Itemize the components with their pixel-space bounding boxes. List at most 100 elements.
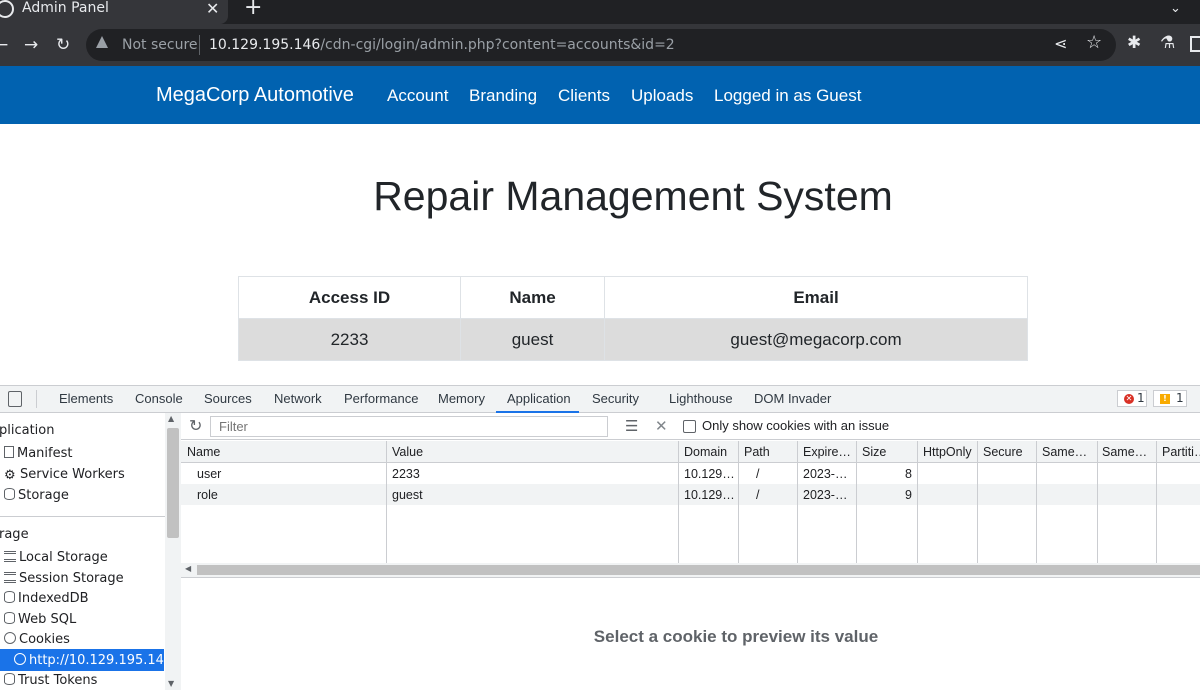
column-divider[interactable]: [738, 441, 739, 563]
cookie-domain[interactable]: 10.129…: [684, 487, 735, 503]
column-divider[interactable]: [977, 441, 978, 563]
tab-memory[interactable]: Memory: [438, 391, 485, 407]
only-issues-checkbox[interactable]: [683, 420, 696, 433]
col-header-domain[interactable]: Domain: [684, 444, 727, 460]
col-header-sameparty[interactable]: Same…: [1102, 444, 1147, 460]
cookie-filter-input[interactable]: [210, 416, 608, 437]
preview-divider[interactable]: [181, 577, 1200, 578]
labs-flask-icon[interactable]: ⚗: [1160, 33, 1175, 53]
clear-filtered-cookies-icon[interactable]: ☰: [625, 417, 638, 435]
cookie-name[interactable]: role: [197, 487, 218, 503]
tab-search-chevron-icon[interactable]: ⌄: [1170, 1, 1181, 16]
cell-access-id: 2233: [238, 318, 461, 361]
sidebar-item-label: IndexedDB: [18, 591, 89, 606]
warning-count-badge[interactable]: 1: [1153, 390, 1187, 407]
cookie-path[interactable]: /: [756, 466, 759, 482]
col-header-expires[interactable]: Expire…: [803, 444, 851, 460]
extensions-icon[interactable]: ✱: [1127, 33, 1141, 53]
sidebar-item-local-storage[interactable]: Local Storage: [4, 550, 108, 566]
tab-lighthouse[interactable]: Lighthouse: [669, 391, 733, 407]
cookie-expires[interactable]: 2023-…: [803, 487, 847, 503]
col-header-secure[interactable]: Secure: [983, 444, 1023, 460]
tab-sources[interactable]: Sources: [204, 391, 252, 407]
scroll-up-icon[interactable]: ▲: [168, 414, 174, 423]
sidebar-item-label: Web SQL: [18, 612, 77, 627]
tab-elements[interactable]: Elements: [59, 391, 113, 407]
sidebar-item-trust-tokens[interactable]: Trust Tokens: [4, 673, 97, 689]
reload-button[interactable]: ↻: [56, 24, 70, 66]
column-divider[interactable]: [1036, 441, 1037, 563]
tab-dom-invader[interactable]: DOM Invader: [754, 391, 831, 407]
grid-scroll-thumb[interactable]: [197, 565, 1200, 575]
tab-console[interactable]: Console: [135, 391, 183, 407]
gear-icon: ⚙: [4, 468, 16, 483]
sidebar-item-label: Storage: [18, 488, 69, 503]
device-toolbar-icon[interactable]: [8, 391, 22, 407]
sidebar-item-label: Manifest: [17, 446, 73, 461]
col-header-value[interactable]: Value: [392, 444, 423, 460]
database-icon: [4, 673, 15, 685]
tab-close-icon[interactable]: ✕: [206, 1, 219, 17]
sidebar-section-storage[interactable]: rage: [0, 527, 29, 543]
cell-email: guest@megacorp.com: [604, 318, 1028, 361]
col-header-size[interactable]: Size: [862, 444, 886, 460]
share-icon[interactable]: ⋖: [1054, 34, 1067, 53]
sidebar-item-indexeddb[interactable]: IndexedDB: [4, 591, 89, 607]
security-indicator[interactable]: Not secure: [122, 36, 198, 54]
tab-network[interactable]: Network: [274, 391, 322, 407]
column-divider[interactable]: [917, 441, 918, 563]
back-button[interactable]: ←: [0, 24, 8, 66]
column-divider[interactable]: [797, 441, 798, 563]
scroll-down-icon[interactable]: ▼: [168, 679, 174, 688]
cookie-size[interactable]: 8: [905, 466, 912, 482]
nav-clients[interactable]: Clients: [558, 86, 610, 106]
new-tab-button[interactable]: +: [244, 0, 262, 19]
nav-uploads[interactable]: Uploads: [631, 86, 693, 106]
column-divider[interactable]: [386, 441, 387, 563]
sidebar-section-application[interactable]: plication: [0, 423, 55, 439]
sidebar-item-session-storage[interactable]: Session Storage: [4, 571, 124, 587]
col-header-partition[interactable]: Partiti…: [1162, 444, 1200, 460]
nav-branding[interactable]: Branding: [469, 86, 537, 106]
col-header-path[interactable]: Path: [744, 444, 770, 460]
scroll-left-icon[interactable]: ◀: [185, 564, 191, 573]
nav-logged-in-status[interactable]: Logged in as Guest: [714, 86, 861, 106]
forward-button[interactable]: →: [24, 24, 38, 66]
column-divider[interactable]: [1156, 441, 1157, 563]
column-divider[interactable]: [1097, 441, 1098, 563]
column-divider[interactable]: [856, 441, 857, 563]
cookie-value[interactable]: 2233: [392, 466, 420, 482]
only-issues-label[interactable]: Only show cookies with an issue: [702, 418, 889, 434]
warning-count: 1: [1176, 391, 1184, 405]
url-text[interactable]: 10.129.195.146/cdn-cgi/login/admin.php?c…: [209, 36, 675, 54]
sidebar-item-storage[interactable]: Storage: [4, 488, 69, 504]
tab-security[interactable]: Security: [592, 391, 639, 407]
cookie-size[interactable]: 9: [905, 487, 912, 503]
col-header-name[interactable]: Name: [187, 444, 220, 460]
sidebar-item-service-workers[interactable]: ⚙ Service Workers: [4, 467, 125, 483]
col-header-samesite[interactable]: Same…: [1042, 444, 1087, 460]
sidebar-item-cookie-origin[interactable]: http://10.129.195.146: [14, 653, 172, 669]
col-email: Email: [604, 276, 1028, 319]
clear-all-cookies-icon[interactable]: ✕: [655, 417, 668, 435]
tab-application[interactable]: Application: [507, 391, 571, 407]
warning-triangle-icon[interactable]: [96, 36, 108, 48]
refresh-icon[interactable]: ↻: [189, 416, 202, 435]
cookie-expires[interactable]: 2023-…: [803, 466, 847, 482]
side-panel-icon[interactable]: [1190, 36, 1200, 52]
cookie-domain[interactable]: 10.129…: [684, 466, 735, 482]
cookie-path[interactable]: /: [756, 487, 759, 503]
column-divider[interactable]: [678, 441, 679, 563]
bookmark-star-icon[interactable]: ☆: [1086, 32, 1102, 53]
tab-performance[interactable]: Performance: [344, 391, 418, 407]
sidebar-item-web-sql[interactable]: Web SQL: [4, 612, 76, 628]
page-title: Repair Management System: [373, 173, 893, 219]
col-header-httponly[interactable]: HttpOnly: [923, 444, 972, 460]
sidebar-item-manifest[interactable]: Manifest: [4, 446, 72, 462]
cookie-name[interactable]: user: [197, 466, 221, 482]
sidebar-item-cookies[interactable]: Cookies: [4, 632, 70, 648]
sidebar-scroll-thumb[interactable]: [167, 428, 179, 538]
nav-account[interactable]: Account: [387, 86, 448, 106]
site-brand[interactable]: MegaCorp Automotive: [156, 83, 354, 107]
cookie-value[interactable]: guest: [392, 487, 423, 503]
